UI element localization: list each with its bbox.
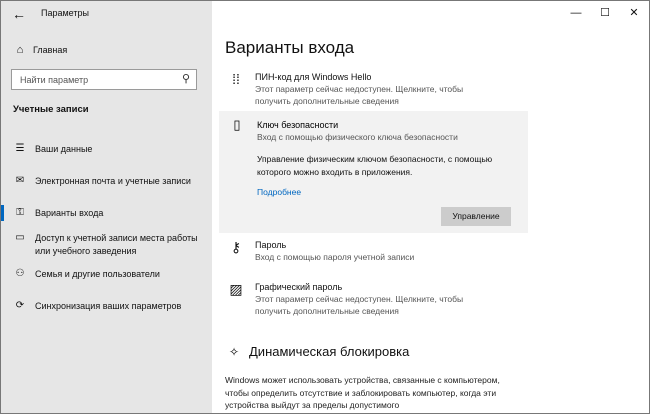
back-arrow-icon[interactable]: ← xyxy=(10,5,28,23)
option-desc: Вход с помощью пароля учетной записи xyxy=(255,252,415,262)
search-icon[interactable]: ⚲ xyxy=(182,72,190,85)
sidebar-item-label: Семья и другие пользователи xyxy=(35,269,160,279)
sidebar: ← Параметры ⌂ Главная ⚲ Учетные записи ☰… xyxy=(1,1,212,413)
section-title: Учетные записи xyxy=(13,104,89,115)
mail-icon: ✉ xyxy=(15,175,25,186)
sidebar-item-label: Варианты входа xyxy=(35,208,104,218)
home-link[interactable]: ⌂ Главная xyxy=(13,41,68,59)
key-icon: ⚿ xyxy=(16,207,24,218)
sidebar-item-label: Ваши данные xyxy=(35,144,93,154)
security-key-manage-text: Управление физическим ключом безопасност… xyxy=(257,154,493,177)
minimize-icon[interactable]: — xyxy=(567,5,585,21)
sidebar-item-sync[interactable]: ⟳ Синхронизация ваших параметров xyxy=(1,300,212,313)
sidebar-item-label: Доступ к учетной записи места работы или… xyxy=(35,233,198,256)
manage-button[interactable]: Управление xyxy=(441,207,511,226)
key-icon: ⚷ xyxy=(230,239,242,255)
usb-key-icon: ▯ xyxy=(233,117,241,132)
sync-icon: ⟳ xyxy=(15,300,25,311)
option-pin[interactable]: ⁞⁞ ПИН-код для Windows Hello Этот параме… xyxy=(225,71,500,107)
maximize-icon[interactable]: ☐ xyxy=(596,5,614,21)
briefcase-icon: ▭ xyxy=(15,232,25,243)
option-desc: Этот параметр сейчас недоступен. Щелкнит… xyxy=(255,294,464,316)
home-icon: ⌂ xyxy=(16,44,24,56)
sidebar-item-work-access[interactable]: ▭ Доступ к учетной записи места работы и… xyxy=(1,232,212,258)
dynamic-lock-title: Динамическая блокировка xyxy=(249,344,410,359)
dynamic-lock-heading: ✧ Динамическая блокировка xyxy=(225,344,409,359)
sidebar-item-label: Электронная почта и учетные записи xyxy=(35,176,191,186)
search-box[interactable]: ⚲ xyxy=(11,69,197,90)
option-password[interactable]: ⚷ Пароль Вход с помощью пароля учетной з… xyxy=(225,239,414,263)
user-card-icon: ☰ xyxy=(15,143,25,154)
sidebar-item-your-info[interactable]: ☰ Ваши данные xyxy=(1,143,212,156)
option-picture-password[interactable]: ▨ Графический пароль Этот параметр сейча… xyxy=(225,281,500,317)
settings-window: ← Параметры ⌂ Главная ⚲ Учетные записи ☰… xyxy=(0,0,650,414)
dynamic-lock-icon: ✧ xyxy=(228,344,240,359)
main-content: — ☐ ✕ Варианты входа ⁞⁞ ПИН-код для Wind… xyxy=(212,1,649,413)
learn-more-link[interactable]: Подробнее xyxy=(257,187,301,197)
option-name: Графический пароль xyxy=(255,282,343,292)
option-security-key[interactable]: ▯ Ключ безопасности Вход с помощью физич… xyxy=(219,111,528,233)
picture-icon: ▨ xyxy=(229,281,243,297)
people-icon: ⚇ xyxy=(15,268,25,279)
option-name: ПИН-код для Windows Hello xyxy=(255,72,372,82)
option-desc: Этот параметр сейчас недоступен. Щелкнит… xyxy=(255,84,464,106)
titlebar-left: ← Параметры xyxy=(1,1,212,27)
option-name: Ключ безопасности xyxy=(257,120,339,130)
search-input[interactable] xyxy=(12,70,172,89)
sidebar-item-email-accounts[interactable]: ✉ Электронная почта и учетные записи xyxy=(1,175,212,188)
sidebar-item-label: Синхронизация ваших параметров xyxy=(35,301,182,311)
dynamic-lock-desc: Windows может использовать устройства, с… xyxy=(225,375,500,410)
sidebar-item-family[interactable]: ⚇ Семья и другие пользователи xyxy=(1,268,212,281)
sidebar-item-sign-in-options[interactable]: ⚿ Варианты входа xyxy=(1,205,212,221)
close-icon[interactable]: ✕ xyxy=(625,5,643,21)
home-label: Главная xyxy=(33,45,68,55)
pin-keypad-icon: ⁞⁞ xyxy=(232,71,240,87)
window-title: Параметры xyxy=(41,8,89,18)
page-title: Варианты входа xyxy=(225,38,355,57)
option-desc: Вход с помощью физического ключа безопас… xyxy=(257,132,458,142)
option-name: Пароль xyxy=(255,240,287,250)
